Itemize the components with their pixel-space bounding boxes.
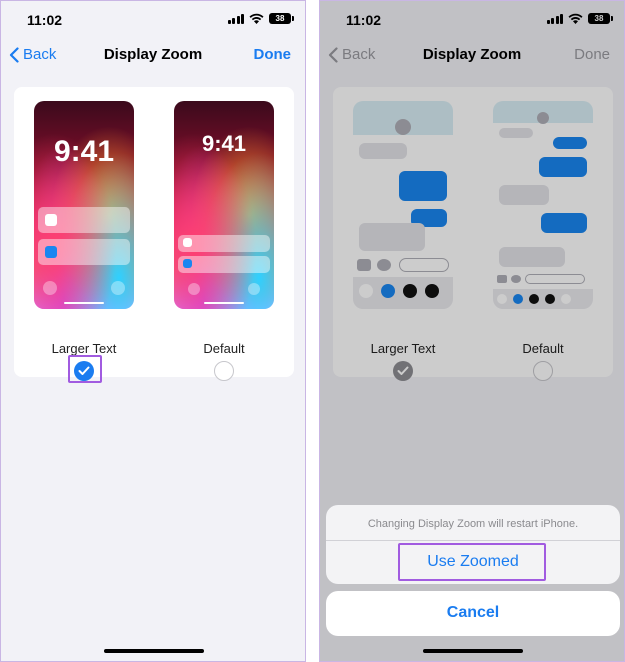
comparison-canvas: 11:02 38 Back Display Zoom Done 9:41 Lar…	[0, 0, 625, 662]
preview-clock: 9:41	[201, 131, 247, 156]
radio-unselected[interactable]	[214, 361, 234, 381]
back-label: Back	[23, 46, 57, 63]
appstore-icon	[377, 259, 391, 271]
messages-preview-default	[493, 101, 593, 309]
wifi-icon	[249, 13, 264, 24]
lockscreen-preview-default: 9:41	[174, 101, 274, 309]
message-input	[525, 274, 585, 284]
use-zoomed-button[interactable]: Use Zoomed	[326, 553, 620, 571]
back-button[interactable]: Back	[328, 46, 375, 63]
radio-selected[interactable]	[74, 361, 94, 381]
radio-unselected[interactable]	[533, 361, 553, 381]
battery-icon: 38	[269, 13, 294, 24]
preview-widget	[38, 207, 130, 233]
option-default[interactable]: Default	[493, 101, 593, 381]
lockscreen-preview-larger: 9:41	[34, 101, 134, 309]
done-button[interactable]: Done	[574, 46, 610, 63]
preview-widget	[178, 235, 270, 252]
message-input	[399, 258, 449, 272]
status-icons: 38	[227, 13, 294, 24]
status-time: 11:02	[346, 12, 382, 28]
camera-icon	[357, 259, 371, 271]
action-sheet: Changing Display Zoom will restart iPhon…	[326, 505, 620, 584]
radio-selected[interactable]	[393, 361, 413, 381]
cancel-button[interactable]: Cancel	[326, 604, 620, 622]
messages-preview-larger	[353, 101, 453, 309]
flashlight-icon	[43, 281, 57, 295]
option-default[interactable]: 9:41 Default	[174, 101, 274, 381]
checkmark-icon	[397, 366, 409, 375]
zoom-options-card: Larger Text Default	[333, 87, 613, 381]
back-label: Back	[342, 46, 376, 63]
preview-widget	[178, 256, 270, 273]
status-icons: 38	[546, 13, 613, 24]
navigation-bar: Back Display Zoom Done	[1, 41, 305, 71]
preview-widget	[38, 239, 130, 265]
checkmark-icon	[78, 366, 90, 375]
camera-icon	[111, 281, 125, 295]
option-label: Larger Text	[51, 341, 117, 356]
camera-icon	[248, 283, 260, 295]
phone-screen-display-zoom: 11:02 38 Back Display Zoom Done 9:41 Lar…	[0, 0, 306, 662]
action-sheet-message: Changing Display Zoom will restart iPhon…	[367, 518, 579, 530]
option-label: Larger Text	[370, 341, 436, 356]
navigation-bar: Back Display Zoom Done	[320, 41, 624, 71]
done-button[interactable]: Done	[254, 46, 292, 63]
cellular-signal-icon	[227, 13, 244, 24]
contact-avatar	[395, 119, 411, 135]
chevron-left-icon	[328, 46, 338, 63]
option-label: Default	[203, 341, 245, 356]
option-label: Default	[522, 341, 564, 356]
cellular-signal-icon	[546, 13, 563, 24]
status-time: 11:02	[27, 12, 63, 28]
status-bar: 11:02 38	[320, 1, 624, 41]
home-indicator	[104, 649, 204, 653]
contact-avatar	[537, 112, 549, 124]
home-indicator	[423, 649, 523, 653]
phone-screen-confirm-zoom: 11:02 38 Back Display Zoom Done Larger T…	[319, 0, 625, 662]
option-larger-text[interactable]: Larger Text	[353, 101, 453, 381]
divider	[326, 540, 620, 541]
flashlight-icon	[188, 283, 200, 295]
back-button[interactable]: Back	[9, 46, 56, 63]
option-larger-text[interactable]: 9:41 Larger Text	[34, 101, 134, 383]
cancel-sheet: Cancel	[326, 591, 620, 636]
preview-clock: 9:41	[53, 135, 115, 168]
zoom-options-card: 9:41 Larger Text 9:41 Default	[14, 87, 294, 383]
wifi-icon	[568, 13, 583, 24]
appstore-icon	[511, 275, 521, 283]
status-bar: 11:02 38	[1, 1, 305, 41]
battery-icon: 38	[588, 13, 613, 24]
chevron-left-icon	[9, 46, 19, 63]
camera-icon	[497, 275, 507, 283]
